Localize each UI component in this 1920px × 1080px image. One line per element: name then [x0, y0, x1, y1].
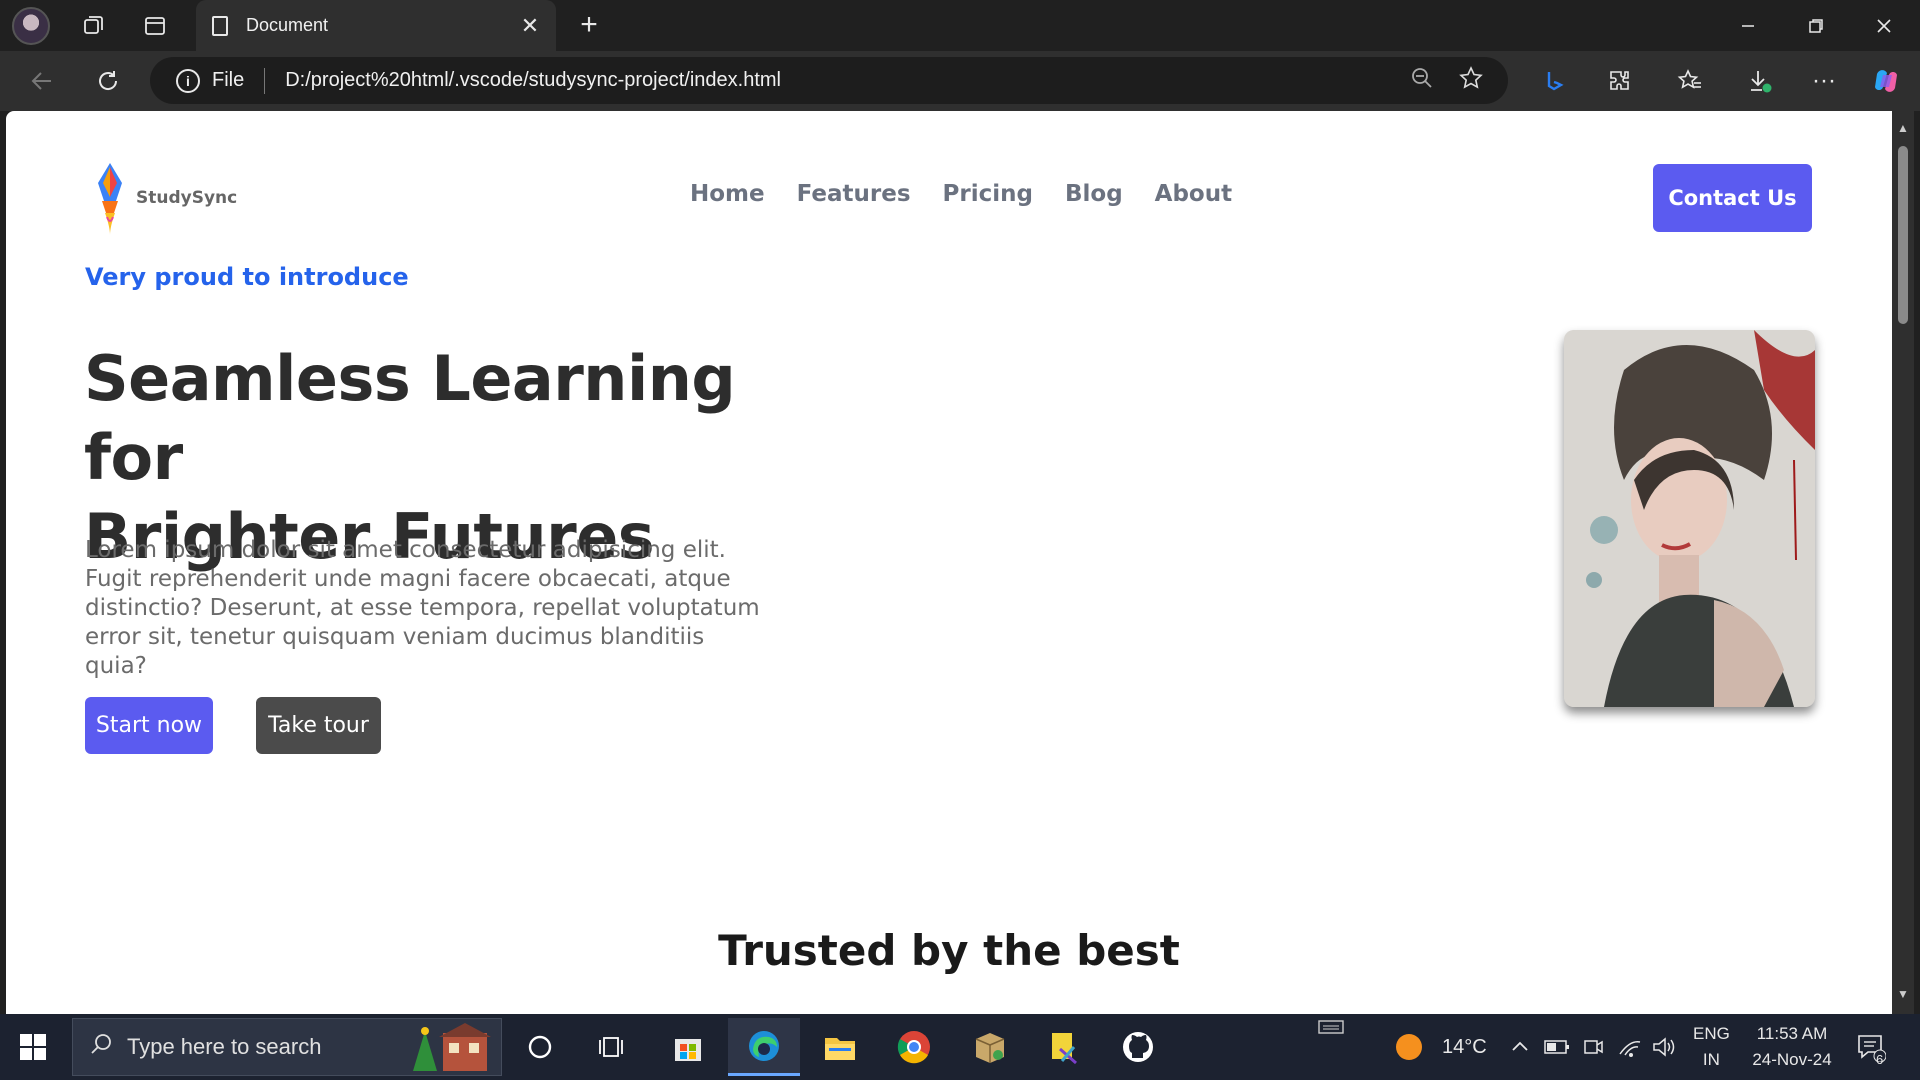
page-scrollbar[interactable]: ▲ ▼	[1892, 111, 1914, 1014]
trusted-section-title: Trusted by the best	[718, 926, 1180, 975]
sticky-tools-icon[interactable]	[1028, 1018, 1100, 1076]
clock-date: 24-Nov-24	[1752, 1050, 1832, 1069]
web-page: StudySync Home Features Pricing Blog Abo…	[6, 111, 1892, 1014]
workspaces-icon[interactable]	[74, 7, 112, 45]
github-icon[interactable]	[1102, 1018, 1174, 1076]
volume-icon[interactable]	[1652, 1014, 1678, 1080]
close-window-button[interactable]	[1850, 0, 1918, 51]
scroll-down-arrow-icon[interactable]: ▼	[1897, 987, 1909, 1001]
address-divider	[264, 67, 266, 94]
extensions-icon[interactable]	[1600, 61, 1640, 101]
minimize-button[interactable]	[1714, 0, 1782, 51]
search-icon	[89, 1032, 113, 1063]
close-tab-icon[interactable]: ✕	[516, 12, 544, 40]
studysync-logo	[98, 163, 122, 235]
task-view-icon[interactable]	[576, 1018, 648, 1076]
hero-portrait-image	[1564, 330, 1815, 707]
taskbar-search-box[interactable]: Type here to search	[72, 1018, 502, 1076]
notifications-icon[interactable]: 6	[1856, 1014, 1886, 1080]
bing-icon[interactable]	[1535, 61, 1575, 101]
search-placeholder: Type here to search	[127, 1034, 322, 1059]
more-menu-icon[interactable]: ···	[1804, 61, 1844, 101]
chrome-icon[interactable]	[878, 1018, 950, 1076]
favorites-icon[interactable]	[1670, 61, 1710, 101]
nav-link-pricing[interactable]: Pricing	[943, 181, 1033, 207]
favorite-star-icon[interactable]	[1458, 65, 1484, 98]
weather-temperature[interactable]: 14°C	[1442, 1014, 1487, 1080]
tab-title: Document	[246, 15, 329, 35]
active-tab[interactable]: Document ✕	[196, 0, 556, 51]
search-highlight-illustration	[413, 1023, 491, 1071]
browser-tab-bar: Document ✕ +	[0, 0, 1920, 51]
show-hidden-icons-chevron-icon[interactable]	[1510, 1014, 1530, 1080]
region-code: IN	[1702, 1050, 1720, 1069]
copilot-icon[interactable]	[1866, 61, 1906, 101]
hero-paragraph: Lorem ipsum dolor sit amet consectetur a…	[85, 537, 760, 679]
take-tour-button[interactable]: Take tour	[256, 697, 381, 754]
nav-link-home[interactable]: Home	[690, 181, 765, 207]
address-bar[interactable]: i File D:/project%20html/.vscode/studysy…	[150, 57, 1508, 104]
clock-time: 11:53 AM	[1756, 1024, 1828, 1043]
start-now-button[interactable]: Start now	[85, 697, 213, 754]
url-text[interactable]: D:/project%20html/.vscode/studysync-proj…	[285, 69, 781, 92]
clock[interactable]: 11:53 AM 24-Nov-24	[1744, 1014, 1840, 1080]
file-explorer-icon[interactable]	[804, 1018, 876, 1076]
main-nav: Home Features Pricing Blog About	[690, 181, 1232, 207]
contact-us-button[interactable]: Contact Us	[1653, 164, 1812, 232]
browser-toolbar: i File D:/project%20html/.vscode/studysy…	[0, 51, 1920, 111]
windows-start-icon[interactable]	[20, 1034, 46, 1060]
language-code: ENG	[1693, 1024, 1730, 1043]
wifi-icon[interactable]	[1618, 1014, 1642, 1080]
address-scheme-label: File	[212, 69, 245, 91]
new-tab-button[interactable]: +	[570, 6, 608, 44]
back-arrow-icon[interactable]	[22, 61, 62, 101]
windows-taskbar: Type here to search 14°C ENG IN 11:53 AM…	[0, 1014, 1920, 1080]
scrollbar-thumb[interactable]	[1898, 146, 1908, 324]
hero-eyebrow: Very proud to introduce	[85, 263, 409, 291]
tab-actions-icon[interactable]	[136, 7, 174, 45]
brand-name: StudySync	[136, 188, 238, 208]
nav-link-features[interactable]: Features	[797, 181, 911, 207]
touch-keyboard-icon[interactable]	[1318, 1016, 1344, 1036]
package-app-icon[interactable]	[954, 1018, 1026, 1076]
refresh-icon[interactable]	[88, 61, 128, 101]
weather-sun-icon[interactable]	[1394, 1014, 1424, 1080]
site-info-icon[interactable]: i	[176, 68, 200, 93]
edge-browser-icon[interactable]	[728, 1018, 800, 1076]
nav-link-about[interactable]: About	[1155, 181, 1232, 207]
zoom-out-icon[interactable]	[1410, 66, 1434, 96]
battery-icon[interactable]	[1544, 1014, 1570, 1080]
cortana-icon[interactable]	[504, 1018, 576, 1076]
downloads-icon[interactable]	[1740, 61, 1780, 101]
microsoft-store-icon[interactable]	[652, 1018, 724, 1076]
language-indicator[interactable]: ENG IN	[1693, 1014, 1730, 1080]
scroll-up-arrow-icon[interactable]: ▲	[1897, 121, 1909, 135]
document-icon	[212, 15, 228, 36]
notification-count: 6	[1876, 1052, 1884, 1067]
headline-line-1: Seamless Learning for	[84, 342, 736, 494]
restore-button[interactable]	[1782, 0, 1850, 51]
meet-now-icon[interactable]	[1582, 1014, 1604, 1080]
profile-avatar[interactable]	[12, 7, 50, 45]
nav-link-blog[interactable]: Blog	[1065, 181, 1123, 207]
